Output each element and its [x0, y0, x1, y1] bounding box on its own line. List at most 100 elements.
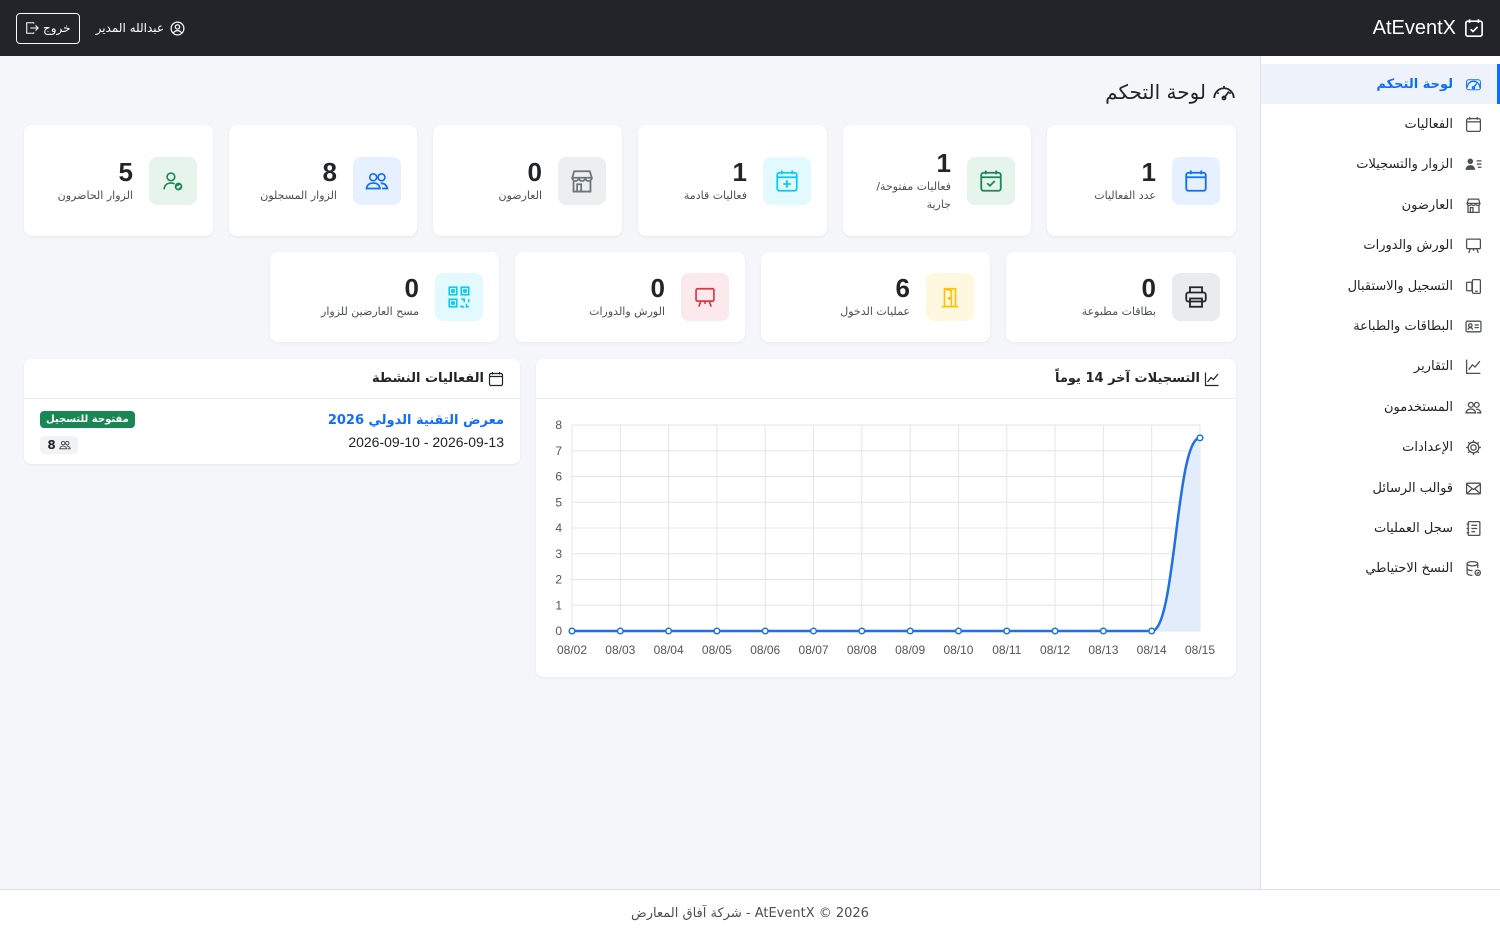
logout-button[interactable]: خروج: [16, 12, 80, 44]
y-tick-label: 8: [555, 418, 562, 432]
y-tick-label: 7: [555, 444, 562, 458]
speedometer-icon: [1213, 86, 1235, 101]
sidebar-item-label: الإعدادات: [1402, 440, 1453, 456]
data-point: [761, 627, 769, 635]
phone-icon: [1465, 278, 1482, 294]
data-point: [713, 627, 721, 635]
stat-value: 0: [650, 273, 665, 303]
stat-icon-box: [353, 156, 401, 205]
shop-icon: [1466, 198, 1481, 213]
easel-icon: [695, 287, 715, 307]
stat-label: فعاليات قادمة: [683, 188, 747, 202]
stat-icon-box: [681, 273, 729, 321]
data-point: [858, 627, 866, 635]
current-user[interactable]: عبدالله المدير: [96, 21, 185, 36]
stat-card-exhibitor-scans[interactable]: 0 مسح العارضين للزوار: [270, 252, 499, 342]
y-tick-label: 1: [555, 598, 562, 612]
sidebar-item-backup[interactable]: النسخ الاحتياطي: [1261, 549, 1500, 589]
stat-icon-box: [435, 273, 483, 321]
sidebar-item-label: الفعاليات: [1404, 117, 1453, 133]
data-point: [1196, 434, 1204, 442]
footer: AtEventX © 2026 - شركة آفاق المعارض: [0, 889, 1500, 937]
data-point: [906, 627, 914, 635]
sidebar-item-events[interactable]: الفعاليات: [1261, 104, 1500, 144]
x-tick-label: 08/09: [895, 643, 925, 657]
status-badge: مفتوحة للتسجيل: [40, 411, 135, 428]
calendar-check-icon: [1465, 19, 1483, 37]
main-content: لوحة التحكم 1 عدد الفعاليات 1 فعاليات مف…: [0, 56, 1260, 889]
sidebar-item-label: قوالب الرسائل: [1372, 480, 1453, 496]
stat-label: الزوار المسجلون: [260, 188, 337, 202]
easel-icon: [1465, 238, 1482, 254]
sidebar-item-visitors[interactable]: الزوار والتسجيلات: [1261, 145, 1500, 185]
journal-icon: [1466, 520, 1481, 537]
sidebar-item-audit-log[interactable]: سجل العمليات: [1261, 508, 1500, 548]
stat-icon-box: [926, 273, 974, 321]
stat-card-visitors-registered[interactable]: 8 الزوار المسجلون: [229, 125, 417, 236]
x-tick-label: 08/14: [1137, 643, 1167, 657]
calendar-icon: [1465, 117, 1482, 133]
x-tick-label: 08/11: [992, 643, 1021, 657]
sidebar-item-label: التقارير: [1413, 359, 1453, 375]
x-tick-label: 08/03: [605, 643, 635, 657]
sidebar-item-checkin[interactable]: التسجيل والاستقبال: [1261, 266, 1500, 306]
calendar-plus-icon: [776, 170, 798, 192]
people-icon: [1465, 401, 1482, 414]
sidebar: لوحة التحكم الفعاليات الزوار والتسجيلات …: [1260, 56, 1500, 889]
registrations-line-chart: 0 1 2 3 4 5 6 7 8 08/02 08/03 08/04 08/05 08/06 08/07 0…: [555, 418, 1215, 657]
stat-card-events-open[interactable]: 1 فعاليات مفتوحة/ جارية: [843, 125, 1031, 236]
people-icon: [58, 440, 71, 450]
sidebar-item-workshops[interactable]: الورش والدورات: [1261, 226, 1500, 266]
stat-label: بطاقات مطبوعة: [1081, 305, 1156, 318]
sidebar-item-reports[interactable]: التقارير: [1261, 347, 1500, 387]
series-line: [571, 436, 1201, 633]
stat-icon-box: [967, 156, 1015, 205]
stat-icon-box: [1172, 273, 1220, 321]
brand[interactable]: AtEventX: [1373, 17, 1484, 40]
stat-card-visitors-attended[interactable]: 5 الزوار الحاضرون: [24, 125, 213, 236]
x-tick-label: 08/15: [1185, 643, 1215, 657]
stat-card-events-upcoming[interactable]: 1 فعاليات قادمة: [638, 125, 827, 236]
x-tick-label: 08/12: [1040, 643, 1070, 657]
user-name: عبدالله المدير: [95, 21, 165, 35]
stat-card-workshops[interactable]: 0 الورش والدورات: [515, 252, 745, 342]
person-lines-icon: [1465, 159, 1482, 171]
people-icon: [365, 172, 389, 189]
sidebar-item-label: البطاقات والطباعة: [1353, 319, 1453, 335]
stat-label: عمليات الدخول: [840, 305, 910, 318]
sidebar-item-label: النسخ الاحتياطي: [1365, 561, 1453, 577]
x-tick-label: 08/07: [799, 643, 829, 657]
y-tick-label: 5: [555, 495, 562, 509]
series-area: [572, 437, 1200, 631]
event-name-link[interactable]: معرض التقنية الدولي 2026: [328, 413, 504, 428]
data-point: [954, 627, 963, 635]
stat-label: العارضون: [498, 188, 542, 202]
stat-card-entries[interactable]: 6 عمليات الدخول: [761, 252, 990, 342]
sidebar-item-exhibitors[interactable]: العارضون: [1261, 185, 1500, 225]
database-icon: [1466, 561, 1482, 577]
stat-label: فعاليات مفتوحة/ جارية: [876, 179, 951, 211]
sidebar-item-message-templates[interactable]: قوالب الرسائل: [1261, 468, 1500, 508]
registrations-chart-panel: التسجيلات آخر 14 يوماً 0 1 2 3 4 5 6 7 8 08/02 08/…: [536, 359, 1236, 677]
sidebar-item-badges[interactable]: البطاقات والطباعة: [1261, 306, 1500, 346]
panel-header: الفعاليات النشطة: [24, 359, 520, 399]
stat-icon-box: [558, 156, 606, 205]
data-point: [1148, 627, 1156, 635]
panel-title: الفعاليات النشطة: [372, 371, 484, 386]
stat-card-exhibitors[interactable]: 0 العارضون: [433, 125, 622, 236]
sidebar-item-users[interactable]: المستخدمون: [1261, 387, 1500, 427]
stat-label: الورش والدورات: [589, 305, 665, 318]
sidebar-item-label: المستخدمون: [1383, 399, 1453, 415]
active-events-panel: الفعاليات النشطة معرض التقنية الدولي 202…: [24, 359, 520, 464]
sidebar-item-settings[interactable]: الإعدادات: [1261, 428, 1500, 468]
stat-label: الزوار الحاضرون: [57, 188, 133, 202]
stat-card-events-total[interactable]: 1 عدد الفعاليات: [1047, 125, 1236, 236]
stat-card-printed-badges[interactable]: 0 بطاقات مطبوعة: [1006, 252, 1236, 342]
sidebar-item-dashboard[interactable]: لوحة التحكم: [1261, 64, 1500, 105]
calendar-icon: [1185, 170, 1207, 192]
printer-icon: [1185, 286, 1207, 308]
y-tick-label: 0: [555, 624, 562, 638]
data-point: [1051, 627, 1059, 635]
sidebar-item-label: لوحة التحكم: [1376, 76, 1453, 92]
shop-icon: [571, 169, 593, 192]
